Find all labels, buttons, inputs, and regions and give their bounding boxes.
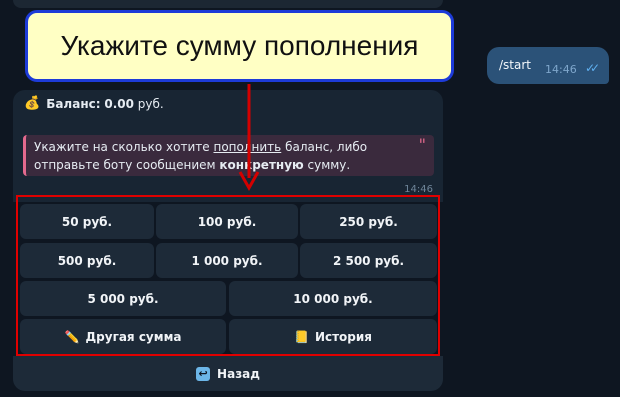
annotation-arrow-icon <box>238 84 260 192</box>
